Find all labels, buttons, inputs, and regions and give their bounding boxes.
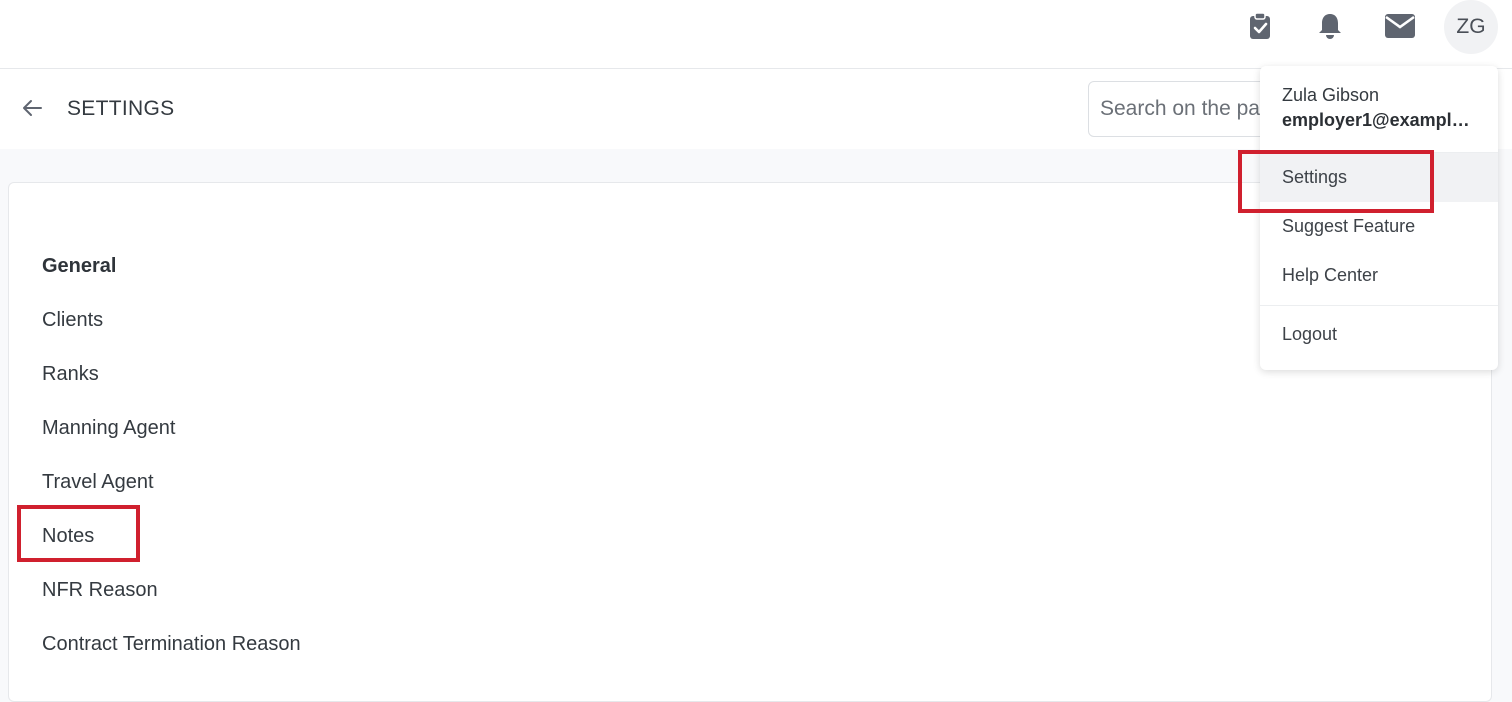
user-email: employer1@example.com (1282, 110, 1476, 130)
user-menu-dropdown: Zula Gibson employer1@example.com Settin… (1260, 66, 1498, 370)
mail-icon[interactable] (1382, 10, 1418, 42)
tasks-icon[interactable] (1242, 10, 1278, 42)
nav-item-contract-termination-reason[interactable]: Contract Termination Reason (42, 630, 301, 684)
nav-item-notes[interactable]: Notes (42, 522, 301, 576)
nav-item-travel-agent[interactable]: Travel Agent (42, 468, 301, 522)
nav-item-nfr-reason[interactable]: NFR Reason (42, 576, 301, 630)
top-bar: ZG (0, 0, 1512, 69)
user-info: Zula Gibson employer1@example.com (1260, 66, 1498, 153)
nav-item-clients[interactable]: Clients (42, 306, 301, 360)
back-arrow-icon[interactable] (20, 96, 44, 120)
menu-divider (1260, 305, 1498, 306)
page-title: SETTINGS (67, 97, 175, 120)
menu-item-logout[interactable]: Logout (1260, 310, 1498, 359)
nav-item-manning-agent[interactable]: Manning Agent (42, 414, 301, 468)
menu-item-settings[interactable]: Settings (1260, 153, 1498, 202)
bell-icon[interactable] (1312, 10, 1348, 42)
nav-heading-general: General (42, 255, 117, 277)
nav-item-ranks[interactable]: Ranks (42, 360, 301, 414)
settings-nav: General Clients Ranks Manning Agent Trav… (42, 252, 301, 684)
user-name: Zula Gibson (1282, 85, 1380, 105)
menu-item-help-center[interactable]: Help Center (1260, 251, 1498, 300)
user-avatar[interactable]: ZG (1444, 0, 1498, 54)
menu-item-suggest-feature[interactable]: Suggest Feature (1260, 202, 1498, 251)
